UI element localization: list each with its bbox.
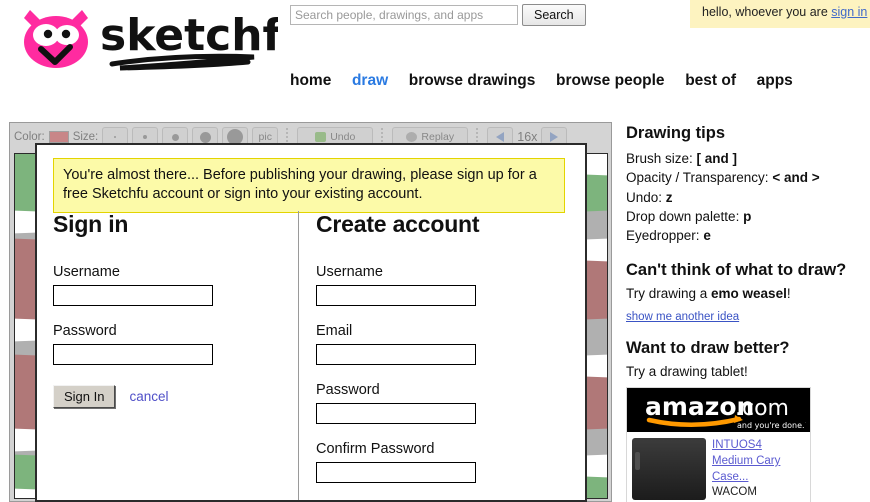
tip-label: Eyedropper:	[626, 228, 700, 244]
signup-notice: You're almost there... Before publishing…	[53, 158, 565, 214]
signin-password-label: Password	[53, 323, 117, 339]
nav-item-apps[interactable]: apps	[757, 72, 793, 89]
draw-better-subtitle: Try a drawing tablet!	[626, 364, 748, 380]
tip-label: Opacity / Transparency:	[626, 170, 769, 186]
create-username-input[interactable]	[316, 285, 476, 306]
sketchfu-logo[interactable]: sketchfu	[8, 2, 313, 72]
create-confirm-password-input[interactable]	[316, 462, 476, 483]
svg-text:.com: .com	[735, 396, 789, 421]
amazon-logo-icon: amazon .com and you're done.™	[645, 392, 806, 430]
tip-palette: Drop down palette: p	[626, 207, 870, 226]
nav-item-home[interactable]: home	[290, 72, 331, 89]
replay-icon	[406, 132, 418, 142]
tip-label: Drop down palette:	[626, 208, 740, 224]
color-label: Color:	[14, 131, 45, 143]
tip-brush-size: Brush size: [ and ]	[626, 149, 870, 168]
another-idea-link[interactable]: show me another idea	[626, 311, 739, 323]
replay-label: Replay	[421, 131, 455, 143]
modal-divider	[298, 211, 299, 500]
tip-key: e	[703, 228, 711, 244]
search-input[interactable]	[290, 5, 518, 25]
svg-text:sketchfu: sketchfu	[100, 10, 278, 61]
page-root: sketchfu Search hello, whoever you are s…	[0, 0, 870, 502]
create-account-title: Create account	[316, 211, 480, 237]
create-username-label: Username	[316, 264, 383, 280]
amazon-ad-body: INTUOS4 Medium Cary Case... WACOM New $2…	[627, 432, 810, 502]
product-thumbnail	[632, 438, 706, 501]
size-label: Size:	[72, 131, 99, 143]
cancel-link[interactable]: cancel	[129, 389, 168, 404]
signin-username-label: Username	[53, 264, 120, 280]
signin-username-input[interactable]	[53, 285, 213, 306]
search-button[interactable]: Search	[522, 4, 586, 26]
chevron-left-icon	[496, 132, 505, 142]
signin-submit-button[interactable]: Sign In	[53, 385, 116, 408]
nav-item-browse-people[interactable]: browse people	[556, 72, 665, 89]
idea-subject: emo weasel	[711, 286, 787, 302]
undo-icon	[315, 132, 327, 142]
undo-label: Undo	[330, 131, 356, 143]
svg-text:and you're done.™: and you're done.™	[737, 421, 806, 430]
drawing-tips-title: Drawing tips	[626, 124, 726, 142]
signin-actions: Sign In cancel	[53, 385, 293, 408]
create-account-panel: Create account Username Email Password C…	[316, 211, 566, 500]
product-info: INTUOS4 Medium Cary Case... WACOM New $2…	[712, 438, 805, 502]
tip-opacity: Opacity / Transparency: < and >	[626, 168, 870, 187]
hello-text: hello, whoever you are	[702, 5, 832, 19]
idea-title: Can't think of what to draw?	[626, 261, 847, 280]
tip-label: Undo:	[626, 189, 663, 205]
idea-suggestion: Try drawing a emo weasel!	[626, 286, 870, 301]
nav-item-draw[interactable]: draw	[352, 72, 388, 89]
main-nav: home draw browse drawings browse people …	[290, 72, 793, 98]
nav-item-best-of[interactable]: best of	[685, 72, 736, 89]
idea-suffix: !	[786, 286, 791, 302]
color-swatch[interactable]	[48, 131, 69, 143]
signin-password-input[interactable]	[53, 344, 213, 365]
site-header: sketchfu Search hello, whoever you are s…	[0, 0, 870, 118]
tip-key: [ and ]	[696, 151, 738, 166]
chevron-right-icon	[550, 132, 559, 142]
tip-undo: Undo: z	[626, 188, 870, 207]
tip-key: < and >	[772, 170, 820, 186]
product-brand: WACOM	[712, 486, 757, 499]
create-email-label: Email	[316, 323, 353, 339]
amazon-logo: amazon .com and you're done.™	[627, 388, 810, 433]
amazon-ad[interactable]: amazon .com and you're done.™ INTUOS4 Me…	[626, 387, 811, 502]
idea-prefix: Try drawing a	[626, 286, 712, 302]
logo-icon: sketchfu	[24, 10, 313, 71]
tip-label: Brush size:	[626, 151, 693, 166]
hello-bar: hello, whoever you are sign in	[690, 0, 870, 28]
product-title-link[interactable]: INTUOS4 Medium Cary Case...	[712, 438, 805, 485]
tip-eyedropper: Eyedropper: e	[626, 226, 870, 245]
zoom-level-label: 16x	[517, 130, 538, 144]
create-password-input[interactable]	[316, 403, 476, 424]
signin-title: Sign in	[53, 211, 129, 237]
nav-item-browse-drawings[interactable]: browse drawings	[409, 72, 536, 89]
signin-panel: Sign in Username Password Sign In cancel	[53, 211, 293, 408]
create-password-label: Password	[316, 382, 380, 398]
tip-key: z	[665, 189, 673, 205]
create-email-input[interactable]	[316, 344, 476, 365]
draw-better-title: Want to draw better?	[626, 339, 790, 358]
signin-modal: You're almost there... Before publishing…	[35, 143, 587, 502]
signin-link[interactable]: sign in	[831, 5, 867, 19]
create-confirm-password-label: Confirm Password	[316, 441, 435, 457]
sidebar: Drawing tips Brush size: [ and ] Opacity…	[626, 124, 870, 502]
tip-key: p	[743, 208, 752, 224]
